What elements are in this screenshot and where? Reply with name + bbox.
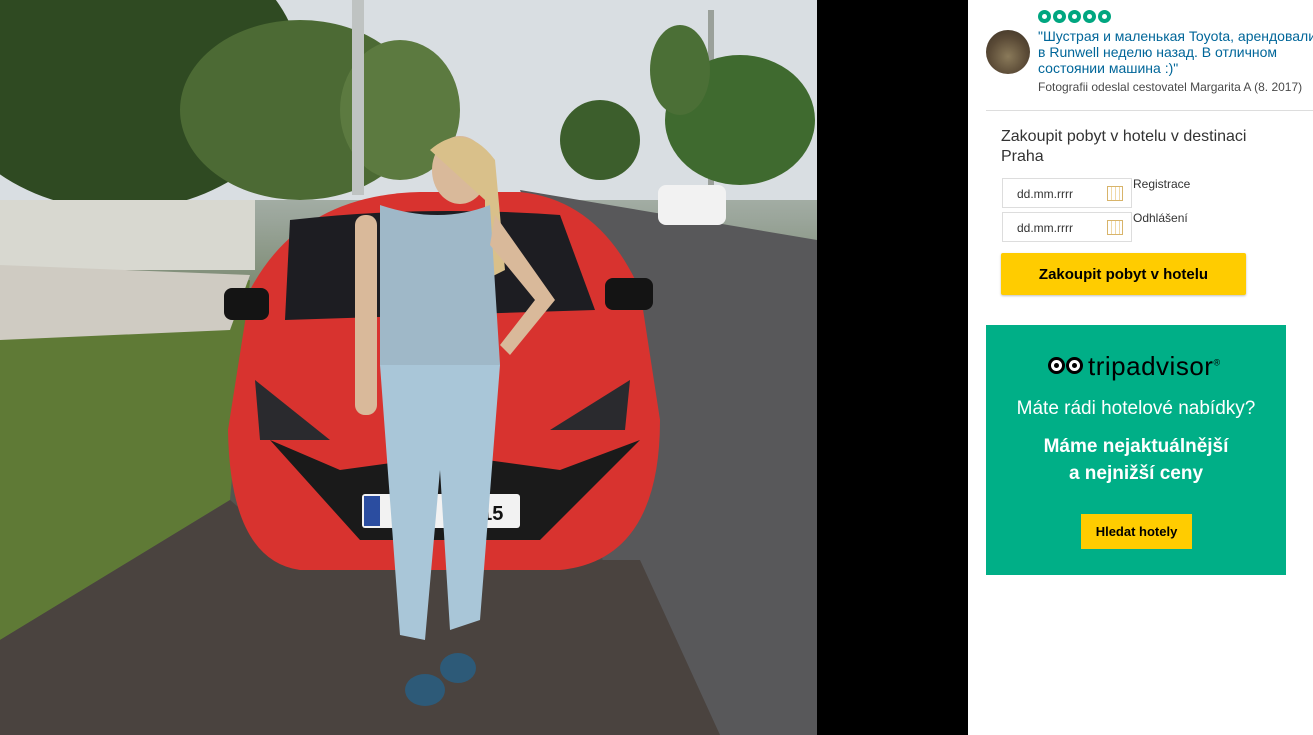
ad-headline: Máme nejaktuálnější a nejnižší ceny: [986, 433, 1286, 487]
checkout-label: Odhlášení: [1133, 211, 1188, 225]
main-photo[interactable]: 315: [0, 0, 817, 735]
photo-viewer: 315: [0, 0, 968, 735]
checkin-date-field[interactable]: dd.mm.rrrr: [1002, 178, 1132, 208]
rating-bubble-icon: [1053, 10, 1066, 23]
booking-title: Zakoupit pobyt v hotelu v destinaci Prah…: [1001, 128, 1247, 165]
checkin-label: Registrace: [1133, 177, 1191, 191]
divider: [986, 110, 1313, 111]
tripadvisor-ad[interactable]: tripadvisor® Máte rádi hotelové nabídky?…: [986, 325, 1286, 575]
brand-name: tripadvisor®: [1088, 351, 1221, 381]
side-panel: "Шустрая и маленькая Toyota, арендовали …: [968, 0, 1313, 735]
hotel-booking-widget: Zakoupit pobyt v hotelu v destinaci Prah…: [1001, 127, 1301, 295]
rating-bubble-icon: [1068, 10, 1081, 23]
rating-bubble-icon: [1098, 10, 1111, 23]
ad-question: Máte rádi hotelové nabídky?: [1016, 398, 1256, 419]
search-hotels-button[interactable]: Hledat hotely: [1081, 514, 1192, 549]
rating-bubble-icon: [1038, 10, 1051, 23]
rating-bubbles: [1038, 10, 1111, 23]
photo-illustration: 315: [0, 0, 817, 735]
ad-headline-line1: Máme nejaktuálnější: [1043, 436, 1229, 457]
avatar[interactable]: [986, 30, 1030, 74]
tripadvisor-owl-icon: [1048, 355, 1084, 379]
checkout-date-field[interactable]: dd.mm.rrrr: [1002, 212, 1132, 242]
calendar-icon[interactable]: [1107, 186, 1123, 201]
ad-headline-line2: a nejnižší ceny: [1068, 463, 1204, 484]
tripadvisor-logo: tripadvisor®: [1048, 351, 1221, 382]
book-hotel-button[interactable]: Zakoupit pobyt v hotelu: [1001, 253, 1246, 295]
photo-byline: Fotografii odeslal cestovatel Margarita …: [1038, 80, 1303, 94]
review-quote-link[interactable]: "Шустрая и маленькая Toyota, арендовали …: [1038, 28, 1313, 76]
rating-bubble-icon: [1083, 10, 1096, 23]
photo-review: "Шустрая и маленькая Toyota, арендовали …: [986, 8, 1313, 98]
checkout-date-value: dd.mm.rrrr: [1017, 221, 1073, 235]
calendar-icon[interactable]: [1107, 220, 1123, 235]
checkin-date-value: dd.mm.rrrr: [1017, 187, 1073, 201]
